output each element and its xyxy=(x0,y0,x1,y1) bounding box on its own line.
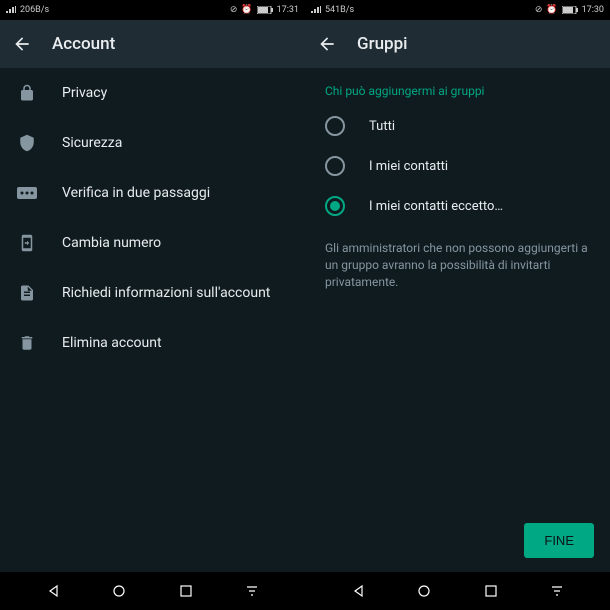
section-header: Chi può aggiungermi ai gruppi xyxy=(305,68,610,106)
app-bar: Account xyxy=(0,20,305,68)
nav-back[interactable] xyxy=(349,582,367,600)
battery-icon xyxy=(562,6,578,14)
radio-icon-selected xyxy=(325,196,345,216)
phone-left: 206B/s ⊘ ⏰ 17:31 Account Privacy xyxy=(0,0,305,610)
radio-icon xyxy=(325,156,345,176)
trash-icon xyxy=(16,332,38,354)
menu-label: Verifica in due passaggi xyxy=(62,185,210,201)
menu-request-info[interactable]: Richiedi informazioni sull'account xyxy=(0,268,305,318)
data-speed: 541B/s xyxy=(325,5,354,15)
radio-label: Tutti xyxy=(369,119,395,134)
battery-icon xyxy=(257,6,273,14)
nav-bar xyxy=(0,572,305,610)
clock-time: 17:30 xyxy=(582,5,604,15)
account-menu: Privacy Sicurezza Verifica in due passag… xyxy=(0,68,305,572)
nav-menu[interactable] xyxy=(243,582,261,600)
alarm-icon: ⏰ xyxy=(546,5,557,15)
menu-security[interactable]: Sicurezza xyxy=(0,118,305,168)
nav-home[interactable] xyxy=(110,582,128,600)
menu-two-step[interactable]: Verifica in due passaggi xyxy=(0,168,305,218)
lock-icon xyxy=(16,82,38,104)
menu-change-number[interactable]: Cambia numero xyxy=(0,218,305,268)
nav-back[interactable] xyxy=(44,582,62,600)
menu-label: Sicurezza xyxy=(62,135,122,151)
nav-home[interactable] xyxy=(415,582,433,600)
menu-label: Cambia numero xyxy=(62,235,161,251)
status-bar: 206B/s ⊘ ⏰ 17:31 xyxy=(0,0,305,20)
back-button[interactable] xyxy=(317,34,337,54)
helper-text: Gli amministratori che non possono aggiu… xyxy=(305,226,610,304)
radio-label: I miei contatti eccetto… xyxy=(369,199,503,214)
signal-icon xyxy=(6,6,16,14)
menu-label: Privacy xyxy=(62,85,107,101)
phone-swap-icon xyxy=(16,232,38,254)
page-title: Gruppi xyxy=(357,34,408,54)
nav-menu[interactable] xyxy=(548,582,566,600)
data-speed: 206B/s xyxy=(20,5,49,15)
phone-right: 541B/s ⊘ ⏰ 17:30 Gruppi Chi può aggiunge… xyxy=(305,0,610,610)
done-button[interactable]: FINE xyxy=(524,523,594,558)
nav-bar xyxy=(305,572,610,610)
alarm-icon: ⏰ xyxy=(241,5,252,15)
dnd-icon: ⊘ xyxy=(535,5,543,15)
radio-option-contacts[interactable]: I miei contatti xyxy=(305,146,610,186)
radio-option-everyone[interactable]: Tutti xyxy=(305,106,610,146)
nav-recent[interactable] xyxy=(177,582,195,600)
status-bar: 541B/s ⊘ ⏰ 17:30 xyxy=(305,0,610,20)
radio-label: I miei contatti xyxy=(369,159,448,174)
app-bar: Gruppi xyxy=(305,20,610,68)
signal-icon xyxy=(311,6,321,14)
dnd-icon: ⊘ xyxy=(230,5,238,15)
clock-time: 17:31 xyxy=(277,5,299,15)
back-button[interactable] xyxy=(12,34,32,54)
nav-recent[interactable] xyxy=(482,582,500,600)
menu-delete-account[interactable]: Elimina account xyxy=(0,318,305,368)
shield-icon xyxy=(16,132,38,154)
menu-label: Richiedi informazioni sull'account xyxy=(62,285,270,301)
radio-option-contacts-except[interactable]: I miei contatti eccetto… xyxy=(305,186,610,226)
menu-privacy[interactable]: Privacy xyxy=(0,68,305,118)
dots-icon xyxy=(16,182,38,204)
page-title: Account xyxy=(52,34,115,54)
menu-label: Elimina account xyxy=(62,335,162,351)
groups-settings: Chi può aggiungermi ai gruppi Tutti I mi… xyxy=(305,68,610,572)
radio-icon xyxy=(325,116,345,136)
document-icon xyxy=(16,282,38,304)
